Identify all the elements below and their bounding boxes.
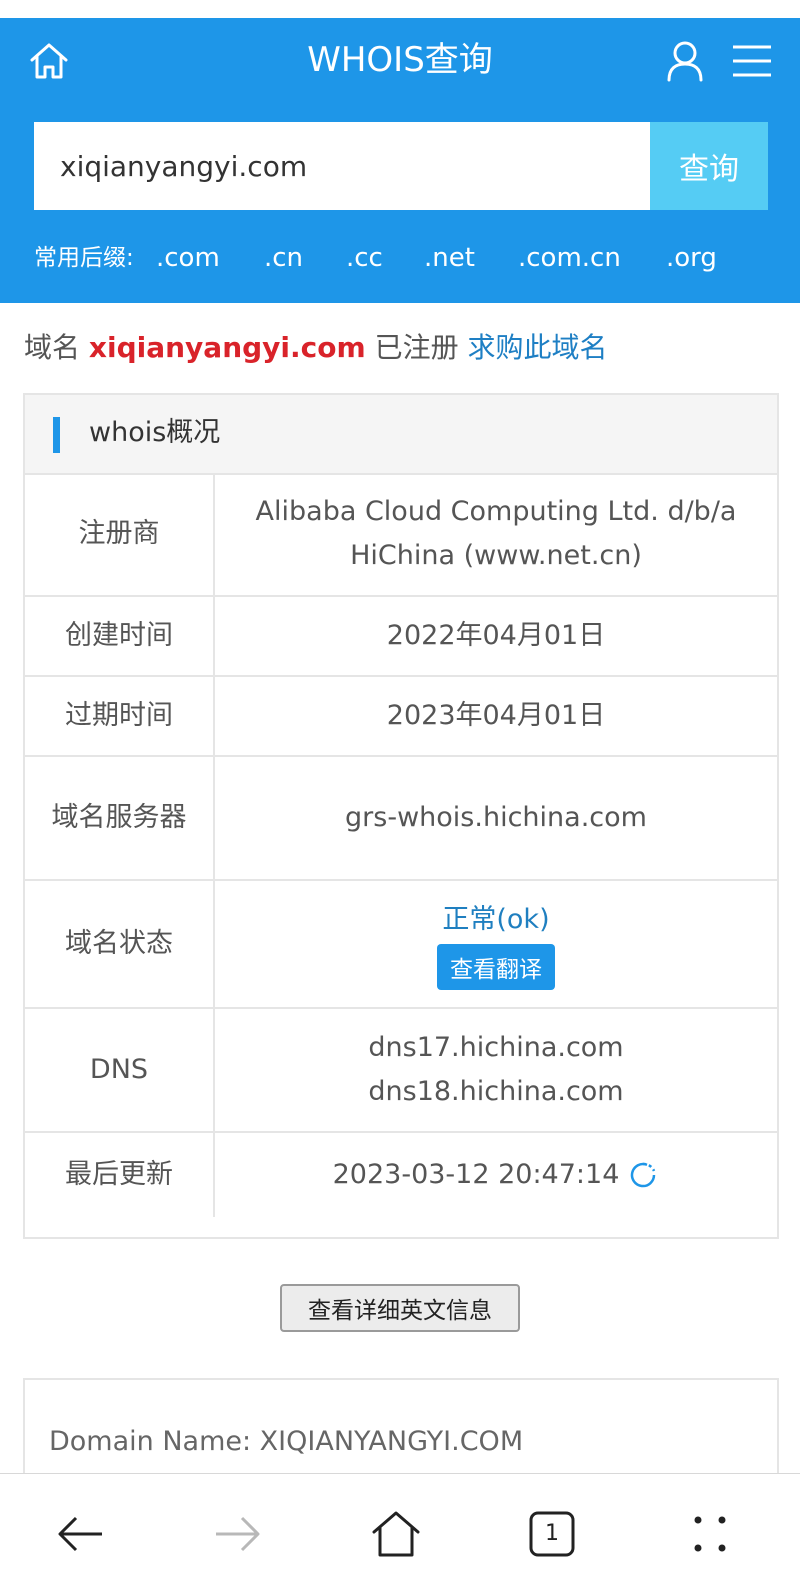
status-prefix: 域名 — [24, 331, 81, 364]
user-icon[interactable] — [666, 40, 704, 82]
suffix-net[interactable]: .net — [424, 238, 475, 278]
registration-status: 域名 xiqianyangyi.com 已注册 求购此域名 — [24, 326, 608, 370]
view-translation-button[interactable]: 查看翻译 — [437, 944, 555, 990]
suffix-row: 常用后缀: .com .cn .cc .net .com.cn .org — [34, 238, 774, 278]
status-domain: xiqianyangyi.com — [88, 331, 366, 364]
status-ok-text: 正常(ok) — [442, 904, 550, 935]
tabs-button[interactable]: 1 — [526, 1508, 578, 1560]
row-label: 域名状态 — [25, 881, 215, 1007]
table-row: 最后更新 2023-03-12 20:47:14 — [25, 1133, 777, 1217]
raw-whois-line: Domain Name: XIQIANYANGYI.COM — [49, 1426, 524, 1457]
suffix-com-cn[interactable]: .com.cn — [518, 238, 621, 278]
row-value: Alibaba Cloud Computing Ltd. d/b/a HiChi… — [255, 496, 737, 571]
forward-arrow-icon[interactable] — [212, 1508, 264, 1560]
dns-entry: dns17.hichina.com — [368, 1032, 624, 1063]
row-label: 域名服务器 — [25, 757, 215, 879]
buy-domain-link[interactable]: 求购此域名 — [468, 331, 608, 364]
whois-card-title: whois概况 — [89, 417, 221, 448]
domain-status-value: 正常(ok) 查看翻译 — [215, 881, 777, 1007]
expiry-value: 2023年04月01日 — [215, 677, 777, 755]
created-value: 2022年04月01日 — [215, 597, 777, 675]
top-bar: WHOIS查询 — [0, 18, 800, 103]
row-value: 2023年04月01日 — [386, 700, 606, 731]
browser-home-icon[interactable] — [370, 1508, 422, 1560]
row-value: 2023-03-12 20:47:14 — [332, 1159, 620, 1190]
browser-nav-bar: 1 — [0, 1473, 800, 1594]
suffix-com[interactable]: .com — [156, 238, 220, 278]
row-label: 创建时间 — [25, 597, 215, 675]
row-value: grs-whois.hichina.com — [345, 802, 647, 833]
back-arrow-icon[interactable] — [54, 1508, 106, 1560]
table-row: 注册商 Alibaba Cloud Computing Ltd. d/b/a H… — [25, 473, 777, 597]
last-updated-value: 2023-03-12 20:47:14 — [215, 1133, 777, 1217]
whois-card-header: whois概况 — [25, 395, 777, 475]
suffix-cn[interactable]: .cn — [264, 238, 303, 278]
status-state: 已注册 — [374, 331, 459, 364]
section-marker — [53, 417, 60, 453]
row-value: 2022年04月01日 — [386, 620, 606, 651]
tab-count: 1 — [545, 1521, 559, 1546]
table-row: 域名状态 正常(ok) 查看翻译 — [25, 881, 777, 1009]
table-row: DNS dns17.hichina.com dns18.hichina.com — [25, 1009, 777, 1133]
table-row: 创建时间 2022年04月01日 — [25, 597, 777, 677]
registrar-value: Alibaba Cloud Computing Ltd. d/b/a HiChi… — [215, 473, 777, 595]
whois-card: whois概况 注册商 Alibaba Cloud Computing Ltd.… — [23, 393, 779, 1239]
table-row: 过期时间 2023年04月01日 — [25, 677, 777, 757]
whois-server-value: grs-whois.hichina.com — [215, 757, 777, 879]
row-label: 注册商 — [25, 473, 215, 595]
search-input[interactable] — [34, 122, 650, 210]
menu-icon[interactable] — [732, 44, 772, 78]
dns-entry: dns18.hichina.com — [368, 1076, 624, 1107]
dns-value: dns17.hichina.com dns18.hichina.com — [215, 1009, 777, 1131]
header: WHOIS查询 查询 常用后缀: .com .cn .cc .net .com.… — [0, 18, 800, 303]
row-label: 过期时间 — [25, 677, 215, 755]
row-label: DNS — [25, 1009, 215, 1131]
row-label: 最后更新 — [25, 1133, 215, 1217]
suffix-org[interactable]: .org — [666, 238, 717, 278]
more-icon[interactable] — [684, 1508, 736, 1560]
view-english-details-button[interactable]: 查看详细英文信息 — [280, 1284, 520, 1332]
suffix-cc[interactable]: .cc — [346, 238, 383, 278]
table-row: 域名服务器 grs-whois.hichina.com — [25, 757, 777, 881]
suffix-label: 常用后缀: — [34, 245, 134, 271]
refresh-icon[interactable] — [627, 1159, 659, 1191]
search-button[interactable]: 查询 — [650, 122, 768, 210]
